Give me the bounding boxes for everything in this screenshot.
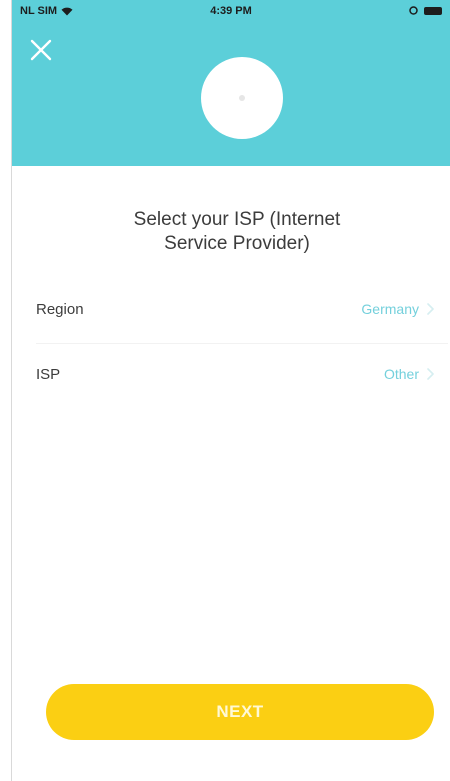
device-led-dot (239, 95, 245, 101)
page-title-line2: Service Provider) (164, 233, 310, 254)
next-button[interactable]: NEXT (46, 684, 434, 740)
isp-row[interactable]: ISP Other (36, 359, 448, 389)
page-title-line1: Select your ISP (Internet (133, 209, 341, 230)
close-icon[interactable] (29, 38, 53, 62)
phone-screen: NL SIM 4:39 PM Select your ISP (Internet… (11, 0, 450, 781)
header-banner: NL SIM 4:39 PM (12, 0, 450, 166)
status-right (409, 6, 442, 15)
isp-value: Other (383, 366, 419, 382)
region-row[interactable]: Region Germany (36, 294, 448, 324)
chevron-right-icon (427, 368, 434, 380)
row-divider (36, 343, 448, 344)
battery-icon (424, 6, 442, 15)
page-title: Select your ISP (Internet Service Provid… (72, 208, 402, 256)
chevron-right-icon (427, 303, 434, 315)
status-time: 4:39 PM (210, 5, 252, 17)
close-button[interactable] (29, 38, 53, 62)
region-value: Germany (361, 301, 419, 317)
isp-value-wrap: Other (384, 366, 448, 382)
device-icon (201, 57, 283, 139)
isp-label: ISP (36, 365, 61, 383)
rotation-lock-icon (409, 6, 418, 15)
region-value-wrap: Germany (361, 301, 448, 317)
region-label: Region (36, 300, 84, 318)
status-bar: NL SIM 4:39 PM (12, 0, 450, 22)
